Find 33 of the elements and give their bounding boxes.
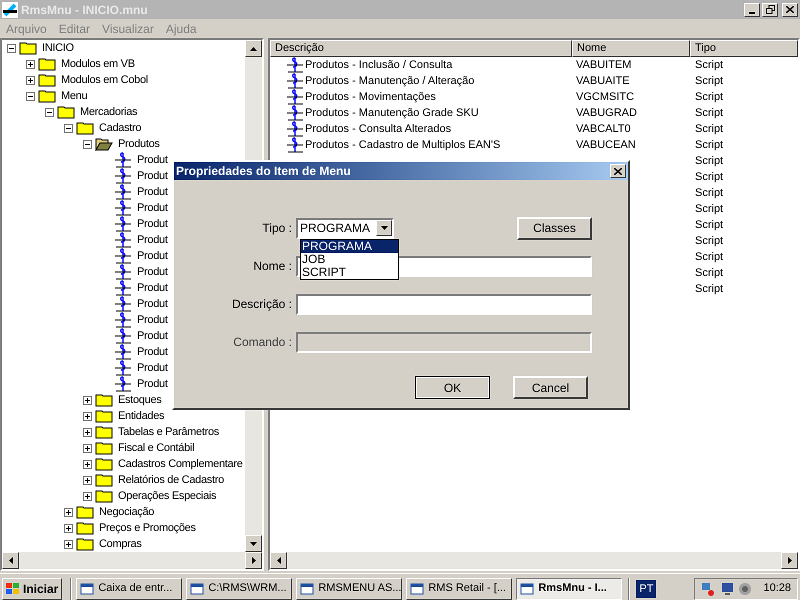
table-cell: VABUAITE: [576, 74, 630, 87]
table-cell: Script: [695, 234, 724, 247]
table-cell-text: Produtos - Manutenção / Alteração: [305, 74, 474, 89]
table-cell-text: Produtos - Consulta Alterados: [305, 122, 452, 137]
table-cell: Script: [695, 138, 724, 151]
table-cell: Script: [695, 202, 724, 215]
table-cell-text: Produtos - Inclusão / Consulta: [305, 58, 452, 73]
table-cell: VABUCEAN: [576, 138, 636, 151]
table-cell: Script: [695, 58, 724, 71]
table-cell-text: Produtos - Cadastro de Multiplos EAN'S: [305, 138, 500, 153]
table-cell: Script: [695, 122, 724, 135]
table-cell: Script: [695, 170, 724, 183]
table-cell: Script: [695, 266, 724, 279]
table-cell: VABCALT0: [576, 122, 631, 135]
table-cell: VABUITEM: [576, 58, 632, 71]
table-cell: Script: [695, 74, 724, 87]
table-cell: VABUGRAD: [576, 106, 637, 119]
table-cell: Script: [695, 250, 724, 263]
field-label: Comando :: [232, 334, 293, 351]
table-cell: Script: [695, 282, 724, 295]
table-cell: Script: [695, 154, 724, 167]
table-cell: VGCMSITC: [576, 90, 634, 103]
table-cell: Script: [695, 106, 724, 119]
field-label: Descrição :: [230, 296, 293, 313]
table-cell-text: Produtos - Movimentações: [305, 90, 436, 105]
table-cell: Script: [695, 218, 724, 231]
dialog-title: Propriedades do Item de Menu: [176, 163, 351, 180]
table-cell: Script: [695, 90, 724, 103]
field-label: Nome :: [252, 258, 293, 275]
table-cell: Script: [695, 186, 724, 199]
clock: 10:28: [763, 581, 791, 596]
table-cell-text: Produtos - Manutenção Grade SKU: [305, 106, 479, 121]
field-label: Tipo :: [261, 220, 293, 237]
